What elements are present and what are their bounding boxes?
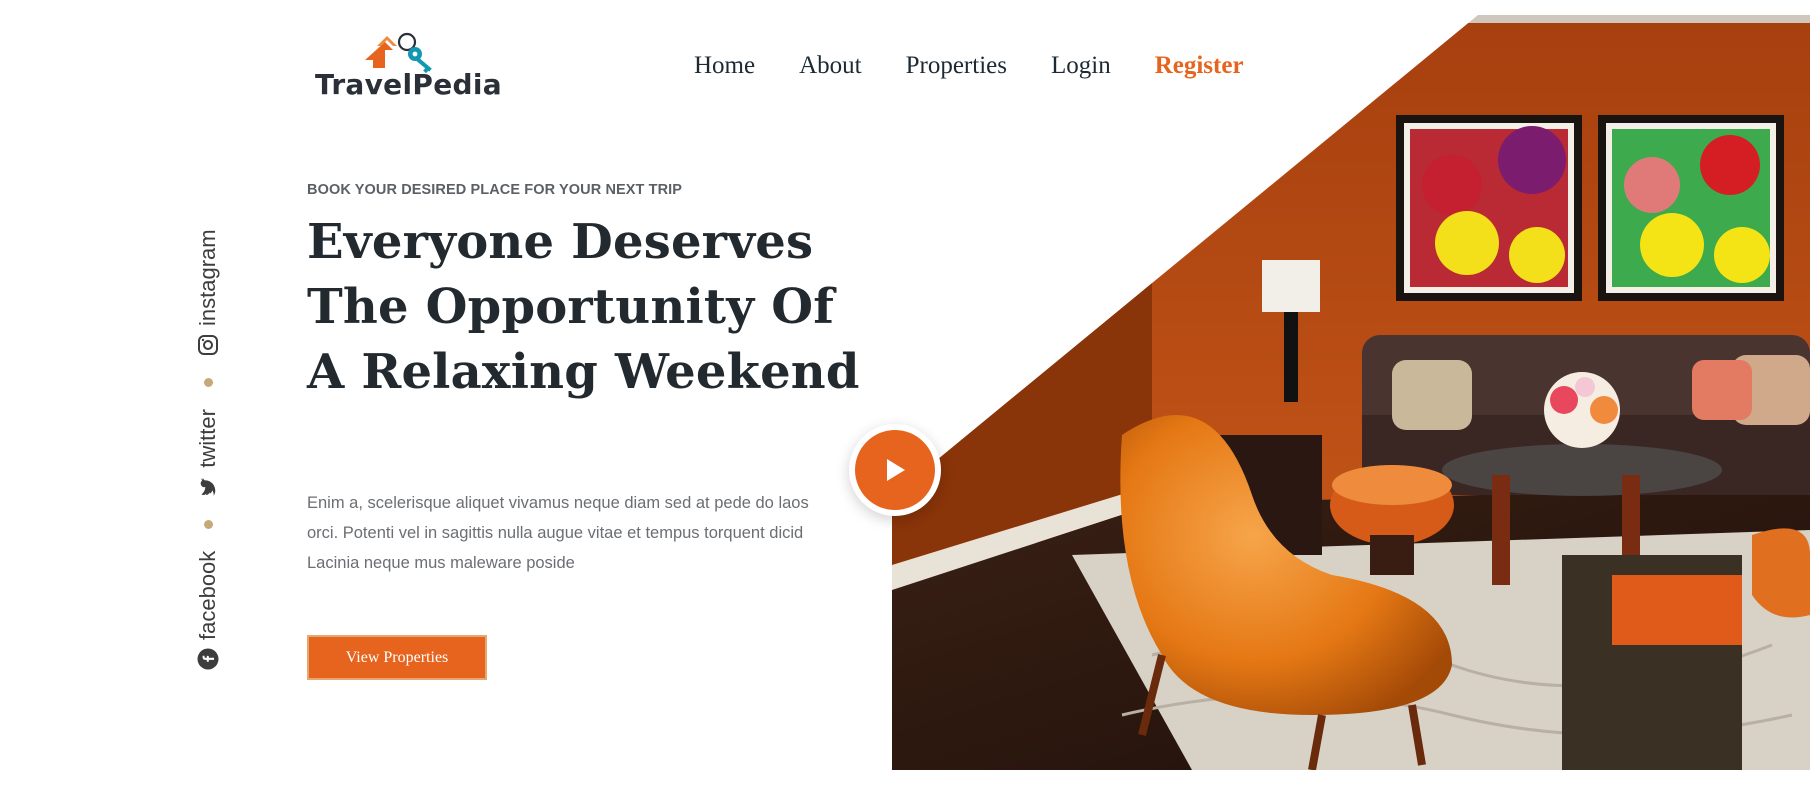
view-properties-button[interactable]: View Properties xyxy=(307,635,487,680)
brand-name: TravelPedia xyxy=(315,68,502,101)
social-facebook-link[interactable]: facebook xyxy=(194,551,222,670)
hero-description: Enim a, scelerisque aliquet vivamus nequ… xyxy=(307,494,809,572)
play-button-circle xyxy=(855,430,935,510)
brand-logo[interactable]: TravelPedia xyxy=(315,30,502,108)
play-icon xyxy=(887,459,905,481)
instagram-label: instagram xyxy=(195,229,220,327)
social-separator-dot xyxy=(203,519,213,529)
hero-title: Everyone Deserves The Opportunity Of A R… xyxy=(307,214,860,400)
social-twitter-link[interactable]: twitter xyxy=(194,409,222,498)
nav-about-link[interactable]: About xyxy=(799,50,862,82)
hero-eyebrow: BOOK YOUR DESIRED PLACE FOR YOUR NEXT TR… xyxy=(307,182,683,198)
facebook-label: facebook xyxy=(195,550,220,640)
instagram-icon xyxy=(198,335,218,356)
play-video-button[interactable] xyxy=(849,424,941,516)
twitter-label: twitter xyxy=(195,409,220,468)
facebook-icon xyxy=(197,648,219,670)
living-room-photo xyxy=(892,15,1810,770)
social-separator-dot xyxy=(203,378,213,388)
twitter-icon xyxy=(200,477,216,496)
social-instagram-link[interactable]: instagram xyxy=(194,229,222,356)
nav-home-link[interactable]: Home xyxy=(694,50,755,82)
